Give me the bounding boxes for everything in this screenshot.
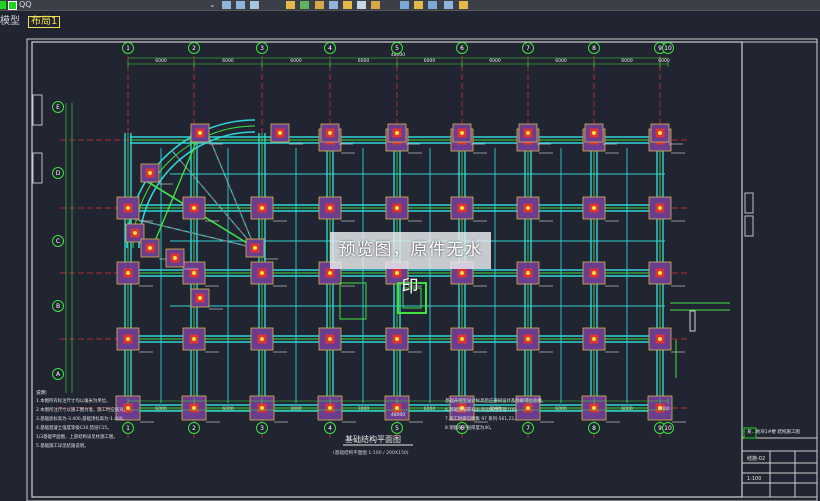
dimension-label: 6000 [424,58,436,64]
axis-bubble-label: 7 [526,425,530,432]
dimension-label: 6000 [358,58,370,64]
pointer-tool-icon[interactable] [400,1,409,9]
axis-bubble-label: 9 [658,45,662,52]
top-toolbar: QQ ⌄ [0,0,820,11]
layer-dropdown-chevron-icon[interactable]: ⌄ [209,1,216,9]
axis-bubble-label: 5 [395,425,399,432]
layer-previous-icon[interactable] [286,1,295,9]
axis-bubble-label: 2 [192,45,196,52]
axis-bubble-label: 1 [126,425,130,432]
axis-bubble-label: 8 [592,425,596,432]
layer-walk-icon[interactable] [414,1,423,9]
axis-bubble-label: D [56,170,61,177]
axis-bubble-label: 9 [658,425,662,432]
axis-bubble-label: 7 [526,45,530,52]
dimension-label: 6000 [621,406,633,412]
total-dimension-bottom: 48000 [391,412,405,418]
axis-bubble-label: 3 [260,45,264,52]
note-right-line: 基础开挖至设计标高后应通知设计及勘察单位验槽。 [445,397,546,404]
layer-lock-icon[interactable] [357,1,366,9]
layer-off-icon[interactable] [343,1,352,9]
dimension-label: 6000 [555,58,567,64]
note-right-line: 8.钢筋保护层厚度为40。 [445,424,494,431]
preview-watermark: 预览图，原件无水印 [330,232,491,297]
axis-bubble-label: 4 [328,425,332,432]
dimension-label: 6000 [658,406,670,412]
axis-bubble-label: 10 [664,425,672,432]
layer-freeze-icon[interactable] [329,1,338,9]
dimension-label: 6000 [621,58,633,64]
align-center-icon[interactable] [236,1,245,9]
align-left-icon[interactable] [222,1,231,9]
layer-delete-icon[interactable] [444,1,453,9]
layout-tabs: 模型 布局1 [0,11,820,33]
layer-merge-icon[interactable] [428,1,437,9]
axis-bubble-label: E [56,104,60,111]
dimension-label: 6000 [222,58,234,64]
note-right-line: 7.施工时参见图集 97 系列-561,22。 [445,415,518,422]
layer-unlock-icon[interactable] [371,1,380,9]
note-left-line: 1/3基础平面图，上部结构详见柱施工图。 [36,433,118,440]
axis-bubble-label: 4 [328,45,332,52]
dimension-label: 6000 [658,58,670,64]
tab-layout1[interactable]: 布局1 [28,16,61,28]
dimension-label: 3000 [290,406,302,412]
note-left-line: 1.本图所有标注尺寸均以毫米为单位。 [36,397,110,404]
layer-on-icon[interactable] [0,1,6,9]
note-right-line: 6.基础垫层厚100,每边宽出基础100。 [445,406,520,413]
note-left-line: 4.基础混凝土强度等级C30,垫层C15。 [36,424,112,431]
dimension-label: 6000 [290,58,302,64]
tab-model[interactable]: 模型 [0,16,20,28]
dimension-label: 3000 [358,406,370,412]
notes-heading: 说明: [36,389,48,396]
drawing-subtitle: (基础结构平面图 1:100 / 200X150) [333,449,409,456]
axis-bubble-label: B [56,303,60,310]
dimension-label: 6000 [222,406,234,412]
dimension-label: 6000 [555,406,567,412]
layer-isolate-icon[interactable] [315,1,324,9]
axis-bubble-label: C [56,238,60,245]
axis-bubble-label: 2 [192,425,196,432]
titleblock-scale: 1:100 [747,476,761,482]
axis-bubble-label: 10 [664,45,672,52]
note-left-line: 2.本图所注尺寸以施工图为准，施工时应核对。 [36,406,128,413]
layer-match-icon[interactable] [300,1,309,9]
drawing-title: 基础结构平面图 [345,434,401,444]
axis-bubble-label: 8 [592,45,596,52]
titleblock-drawing-no: 结施-02 [747,455,765,462]
axis-bubble-label: 5 [395,45,399,52]
layer-states-icon[interactable] [250,1,259,9]
titleblock-project: 某...地块1#楼 结构施工图 [747,428,800,435]
dimension-label: 6000 [155,58,167,64]
axis-bubble-label: 1 [126,45,130,52]
note-left-line: 5.基础施工详见结施说明。 [36,442,89,449]
axis-bubble-label: 6 [460,45,464,52]
layer-name[interactable]: QQ [19,1,32,9]
dimension-label: 6000 [489,58,501,64]
note-left-line: 3.基础底标高为-3.400,基础顶标高为-1.400。 [36,415,127,422]
dimension-label: 6000 [424,406,436,412]
axis-bubble-label: 3 [260,425,264,432]
layer-color-swatch[interactable] [8,1,17,10]
layer-settings-icon[interactable] [459,1,468,9]
dimension-label: 6000 [155,406,167,412]
